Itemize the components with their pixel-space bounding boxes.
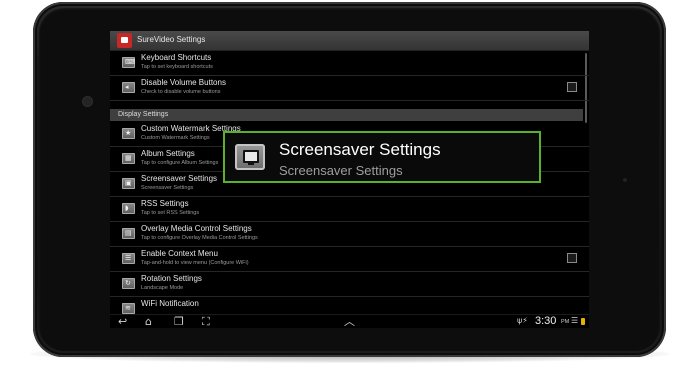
light-sensor [623,178,627,182]
enable-context-menu-checkbox[interactable] [567,253,577,263]
list-item-subtitle: Tap to set keyboard shortcuts [141,64,213,70]
app-title-bar: SureVideo Settings [110,31,589,51]
volume-icon: ◂ [122,82,135,93]
status-ampm: PM [561,319,570,325]
list-item-enable-context-menu[interactable]: ☰ Enable Context Menu Tap-and-hold to vi… [110,247,589,272]
system-navigation-bar: ↩ ⌂ ❐ ⛶ ︿ ψ⚡ 3:30 PM ☰ [110,314,589,328]
list-item-title: Rotation Settings [141,274,202,283]
overlay-icon: ▤ [122,228,135,239]
callout-title: Screensaver Settings [279,140,441,159]
section-header-display-settings: Display Settings [110,109,583,121]
list-item-subtitle: Screensaver Settings [141,185,194,191]
wifi-notification-icon: ≋ [122,303,135,314]
back-icon[interactable]: ↩ [118,316,127,328]
status-clock: 3:30 [535,315,557,327]
screensaver-icon: ▣ [122,178,135,189]
list-item-title: WiFi Notification [141,299,199,308]
list-item-subtitle: Check to disable volume buttons [141,89,221,95]
list-item-subtitle: Tap to configure Album Settings [141,160,219,166]
list-item-subtitle: Tap-and-hold to view menu (Configure WiF… [141,260,249,266]
section-header-label: Display Settings [118,111,169,118]
app-title: SureVideo Settings [137,35,206,44]
list-item-rotation-settings[interactable]: ↻ Rotation Settings Landscape Mode [110,272,589,297]
monitor-icon [235,144,265,170]
front-camera [83,97,92,106]
disable-volume-checkbox[interactable] [567,82,577,92]
list-item-rss-settings[interactable]: ◗ RSS Settings Tap to set RSS Settings [110,197,589,222]
keyboard-icon: ⌨ [122,57,135,68]
album-icon: ▦ [122,153,135,164]
screenshot-icon[interactable]: ⛶ [202,316,210,328]
list-item-title: RSS Settings [141,199,189,208]
list-item-title: Enable Context Menu [141,249,218,258]
star-icon: ★ [122,128,135,139]
context-menu-icon: ☰ [122,253,135,264]
surevideo-app-icon [117,33,132,48]
home-icon[interactable]: ⌂ [145,316,152,328]
usb-icon: ψ⚡ [517,316,528,325]
zoom-callout-screensaver-settings[interactable]: Screensaver Settings Screensaver Setting… [223,131,541,183]
callout-subtitle: Screensaver Settings [279,163,403,178]
list-item-title: Keyboard Shortcuts [141,53,212,62]
list-item-title: Screensaver Settings [141,174,218,183]
list-item-overlay-media-control-settings[interactable]: ▤ Overlay Media Control Settings Tap to … [110,222,589,247]
rotation-icon: ↻ [122,278,135,289]
chevron-up-icon[interactable]: ︿ [344,316,355,328]
list-item-subtitle: Custom Watermark Settings [141,135,210,141]
list-item-keyboard-shortcuts[interactable]: ⌨ Keyboard Shortcuts Tap to set keyboard… [110,51,589,76]
battery-icon [581,318,585,325]
list-item-disable-volume-buttons[interactable]: ◂ Disable Volume Buttons Check to disabl… [110,76,589,101]
list-item-title: Album Settings [141,149,195,158]
list-item-title: Overlay Media Control Settings [141,224,252,233]
list-item-subtitle: Tap to set RSS Settings [141,210,200,216]
wifi-icon: ☰ [571,316,579,325]
list-item-title: Disable Volume Buttons [141,78,226,87]
recent-apps-icon[interactable]: ❐ [174,316,184,328]
rss-icon: ◗ [122,203,135,214]
list-item-subtitle: Landscape Mode [141,285,184,291]
list-item-subtitle: Tap to configure Overlay Media Control S… [141,235,258,241]
